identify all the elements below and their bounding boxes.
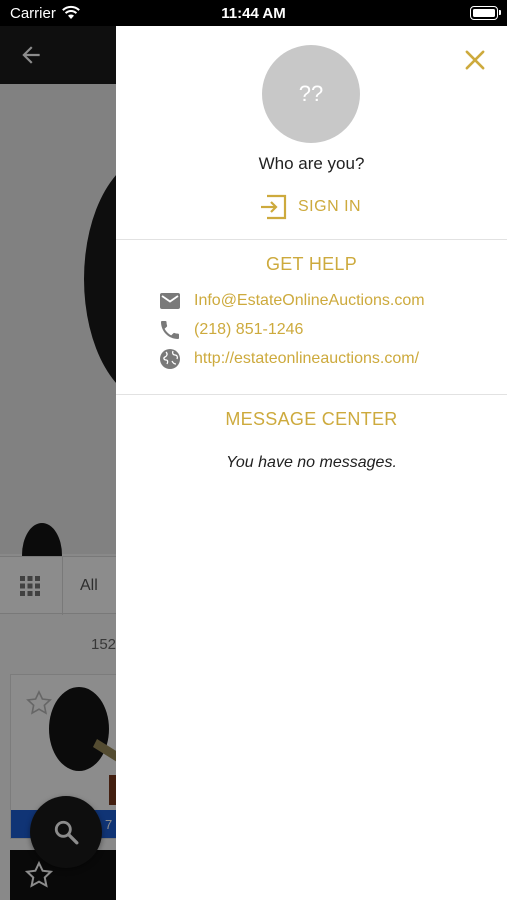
email-link[interactable]: Info@EstateOnlineAuctions.com — [158, 288, 425, 314]
avatar: ?? — [262, 45, 360, 143]
get-help-title: GET HELP — [265, 254, 358, 274]
message-center-title: MESSAGE CENTER — [225, 409, 398, 429]
no-messages-text: You have no messages. — [226, 454, 397, 471]
who-are-you-label: Who are you? — [258, 154, 365, 173]
globe-icon — [160, 349, 180, 369]
sign-in-icon — [261, 194, 287, 220]
phone-text: (218) 851-1246 — [194, 321, 304, 338]
status-bar: Carrier 11:44 AM — [0, 0, 507, 26]
divider — [116, 394, 507, 395]
sign-in-button[interactable]: SIGN IN — [258, 192, 361, 222]
clock: 11:44 AM — [221, 5, 286, 22]
close-icon[interactable] — [461, 46, 489, 74]
phone-icon — [161, 321, 179, 339]
sign-in-label: SIGN IN — [298, 198, 362, 215]
email-text: Info@EstateOnlineAuctions.com — [194, 292, 425, 309]
website-text: http://estateonlineauctions.com/ — [194, 350, 420, 367]
phone-link[interactable]: (218) 851-1246 — [158, 317, 303, 343]
website-link[interactable]: http://estateonlineauctions.com/ — [158, 346, 419, 372]
divider — [116, 239, 507, 240]
battery-icon — [470, 6, 501, 20]
email-icon — [160, 293, 180, 309]
side-drawer: ?? Who are you? SIGN IN GET HELP Info@Es… — [116, 26, 507, 900]
